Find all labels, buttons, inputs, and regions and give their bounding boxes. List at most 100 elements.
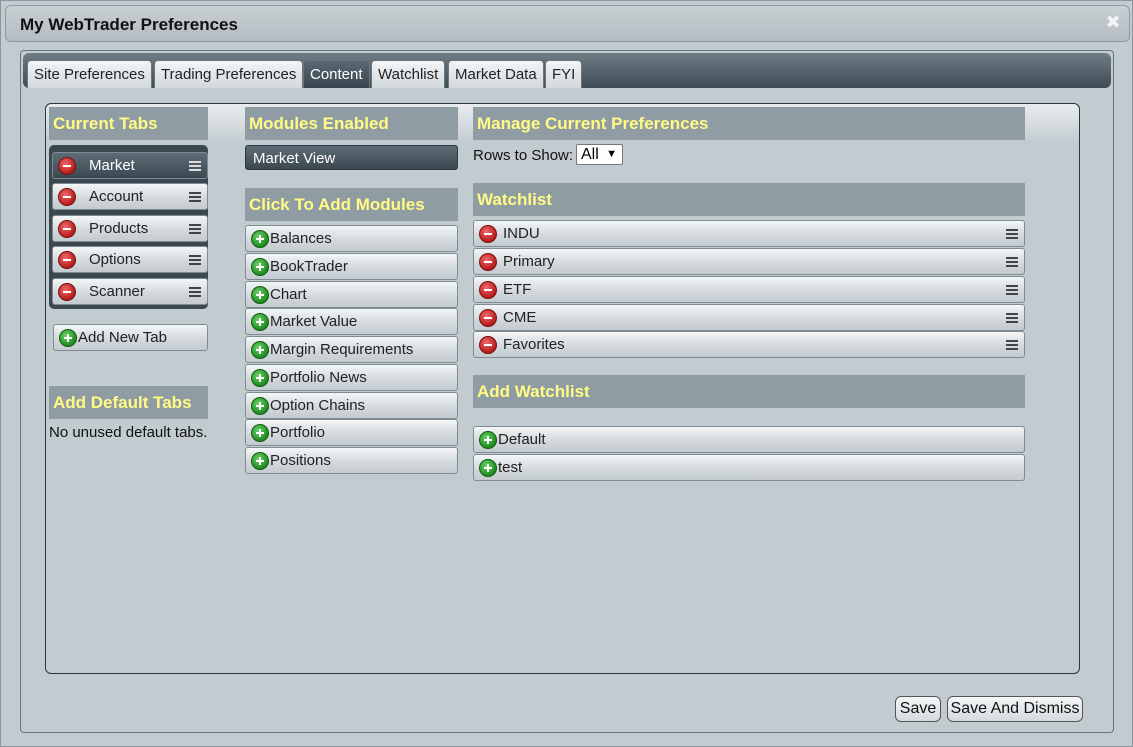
drag-handle-icon[interactable]	[189, 192, 201, 202]
drag-handle-icon[interactable]	[189, 224, 201, 234]
current-tab-label: Account	[89, 188, 144, 205]
no-default-tabs-message: No unused default tabs.	[49, 424, 208, 441]
close-icon[interactable]: ✖	[1105, 13, 1121, 31]
module-label: Market Value	[270, 313, 358, 330]
dropdown-arrow-icon: ▼	[606, 148, 617, 160]
tab-watchlist[interactable]: Watchlist	[371, 60, 446, 88]
watchlist-item-label: INDU	[503, 225, 540, 242]
watchlist-item-favorites[interactable]: Favorites	[473, 331, 1025, 358]
module-label: Portfolio	[270, 424, 326, 441]
save-and-dismiss-button[interactable]: Save And Dismiss	[947, 696, 1083, 722]
preferences-dialog: My WebTrader Preferences ✖ Site Preferen…	[0, 0, 1133, 747]
add-icon	[479, 431, 497, 449]
watchlist-item-label: CME	[503, 309, 537, 326]
current-tab-label: Products	[89, 220, 149, 237]
tab-content[interactable]: Content	[303, 60, 370, 88]
drag-handle-icon[interactable]	[189, 287, 201, 297]
rows-to-show-select[interactable]: All ▼	[576, 144, 623, 165]
modules-enabled-header: Modules Enabled	[245, 107, 458, 140]
module-label: BookTrader	[270, 258, 348, 275]
tab-site-preferences[interactable]: Site Preferences	[27, 60, 152, 88]
module-label: Balances	[270, 230, 332, 247]
remove-icon[interactable]	[58, 188, 76, 206]
module-label: Option Chains	[270, 397, 366, 414]
watchlist-item-primary[interactable]: Primary	[473, 248, 1025, 275]
remove-icon[interactable]	[479, 225, 497, 243]
add-icon	[251, 286, 269, 304]
add-icon	[251, 424, 269, 442]
drag-handle-icon[interactable]	[1006, 313, 1018, 323]
remove-icon[interactable]	[58, 157, 76, 175]
remove-icon[interactable]	[479, 309, 497, 327]
drag-handle-icon[interactable]	[1006, 340, 1018, 350]
current-tab-scanner[interactable]: Scanner	[52, 278, 208, 305]
add-icon	[479, 459, 497, 477]
add-watchlist-label: test	[498, 459, 523, 476]
module-balances[interactable]: Balances	[245, 225, 458, 252]
module-label: Portfolio News	[270, 369, 367, 386]
module-label: Margin Requirements	[270, 341, 414, 358]
title-bar: My WebTrader Preferences ✖	[5, 5, 1130, 42]
add-new-tab-label: Add New Tab	[78, 329, 167, 346]
module-market-value[interactable]: Market Value	[245, 308, 458, 335]
current-tab-label: Options	[89, 251, 141, 268]
remove-icon[interactable]	[479, 281, 497, 299]
add-icon	[59, 329, 77, 347]
enabled-module-market-view[interactable]: Market View	[245, 145, 458, 170]
add-watchlist-test[interactable]: test	[473, 454, 1025, 481]
add-default-tabs-header: Add Default Tabs	[49, 386, 208, 419]
drag-handle-icon[interactable]	[1006, 285, 1018, 295]
dialog-title: My WebTrader Preferences	[20, 15, 238, 34]
watchlist-item-indu[interactable]: INDU	[473, 220, 1025, 247]
current-tab-label: Scanner	[89, 283, 145, 300]
manage-preferences-header: Manage Current Preferences	[473, 107, 1025, 140]
add-icon	[251, 230, 269, 248]
drag-handle-icon[interactable]	[189, 255, 201, 265]
remove-icon[interactable]	[479, 336, 497, 354]
current-tab-market[interactable]: Market	[52, 152, 208, 179]
add-icon	[251, 341, 269, 359]
add-new-tab-button[interactable]: Add New Tab	[53, 324, 208, 351]
add-icon	[251, 397, 269, 415]
module-chart[interactable]: Chart	[245, 281, 458, 308]
current-tab-account[interactable]: Account	[52, 183, 208, 210]
add-watchlist-default[interactable]: Default	[473, 426, 1025, 453]
current-tab-products[interactable]: Products	[52, 215, 208, 242]
save-button[interactable]: Save	[895, 696, 941, 722]
tab-bar: Site Preferences Trading Preferences Con…	[23, 53, 1111, 88]
current-tab-options[interactable]: Options	[52, 246, 208, 273]
tab-fyi[interactable]: FYI	[545, 60, 583, 88]
module-option-chains[interactable]: Option Chains	[245, 392, 458, 419]
watchlist-item-label: Favorites	[503, 336, 565, 353]
drag-handle-icon[interactable]	[1006, 257, 1018, 267]
rows-to-show-value: All	[581, 146, 599, 163]
add-icon	[251, 313, 269, 331]
add-icon	[251, 369, 269, 387]
remove-icon[interactable]	[479, 253, 497, 271]
drag-handle-icon[interactable]	[189, 161, 201, 171]
module-portfolio[interactable]: Portfolio	[245, 419, 458, 446]
remove-icon[interactable]	[58, 283, 76, 301]
tab-market-data[interactable]: Market Data	[448, 60, 544, 88]
module-booktrader[interactable]: BookTrader	[245, 253, 458, 280]
add-watchlist-label: Default	[498, 431, 546, 448]
rows-to-show-label: Rows to Show:	[473, 147, 574, 164]
module-label: Positions	[270, 452, 331, 469]
module-margin-requirements[interactable]: Margin Requirements	[245, 336, 458, 363]
module-portfolio-news[interactable]: Portfolio News	[245, 364, 458, 391]
tab-trading-preferences[interactable]: Trading Preferences	[154, 60, 304, 88]
watchlist-item-cme[interactable]: CME	[473, 304, 1025, 331]
current-tab-label: Market	[89, 157, 135, 174]
watchlist-item-label: Primary	[503, 253, 555, 270]
remove-icon[interactable]	[58, 251, 76, 269]
current-tabs-header: Current Tabs	[49, 107, 208, 140]
watchlist-item-etf[interactable]: ETF	[473, 276, 1025, 303]
module-label: Chart	[270, 286, 307, 303]
module-positions[interactable]: Positions	[245, 447, 458, 474]
watchlist-item-label: ETF	[503, 281, 532, 298]
drag-handle-icon[interactable]	[1006, 229, 1018, 239]
remove-icon[interactable]	[58, 220, 76, 238]
click-to-add-modules-header: Click To Add Modules	[245, 188, 458, 221]
add-icon	[251, 258, 269, 276]
add-watchlist-header: Add Watchlist	[473, 375, 1025, 408]
